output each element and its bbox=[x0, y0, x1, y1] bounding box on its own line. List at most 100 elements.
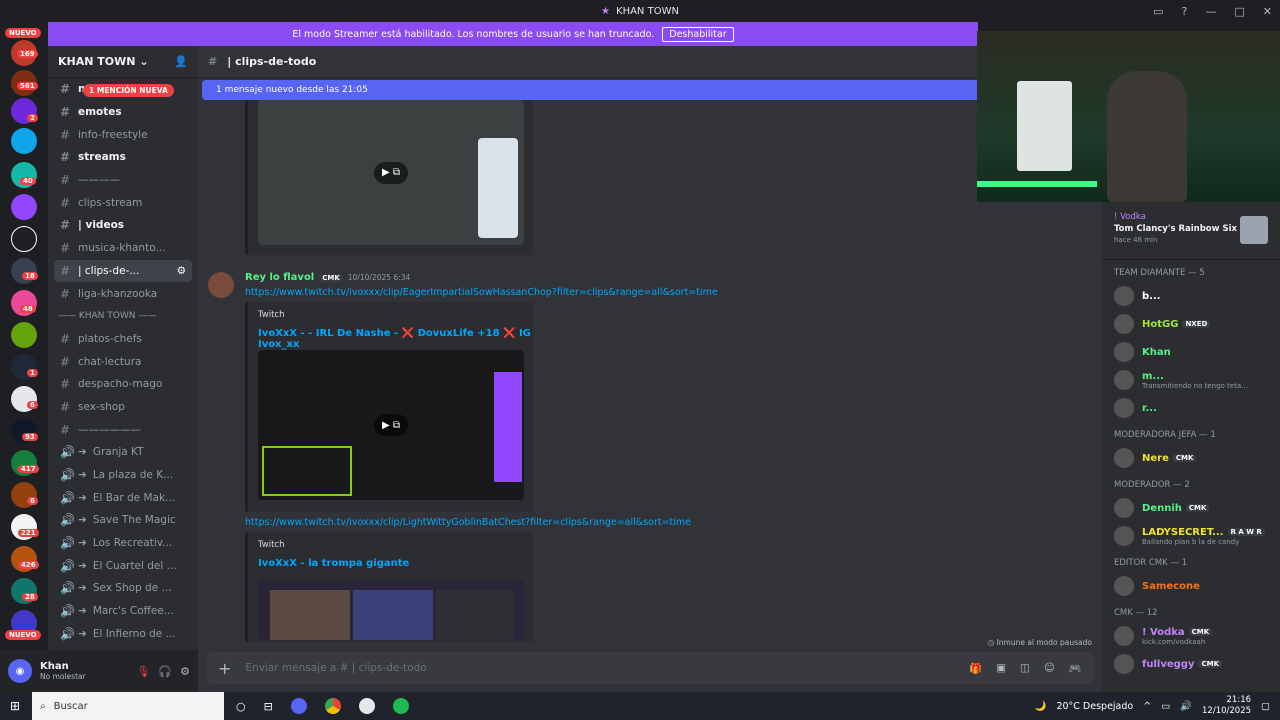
server-icon[interactable] bbox=[11, 258, 37, 284]
avatar[interactable] bbox=[208, 272, 234, 298]
server-header[interactable]: KHAN TOWN ⌄ 👤 bbox=[48, 46, 198, 78]
channel-item[interactable]: # emotes bbox=[48, 101, 198, 124]
minimize-button[interactable]: — bbox=[1205, 5, 1216, 18]
weather-text[interactable]: 20°C Despejado bbox=[1056, 701, 1133, 712]
sticker-icon[interactable]: ◫ bbox=[1020, 662, 1030, 675]
channel-item[interactable]: 🔊 ➜ La plaza de K... bbox=[48, 464, 198, 487]
channel-item[interactable]: 🔊 ➜ El Bar de Mak... bbox=[48, 486, 198, 509]
member-item[interactable]: fullveggy CMK bbox=[1102, 650, 1280, 678]
member-item[interactable]: Khan bbox=[1102, 338, 1280, 366]
channel-item[interactable]: # chat-lectura bbox=[48, 350, 198, 373]
gif-icon[interactable]: ▣ bbox=[996, 662, 1006, 675]
channel-item[interactable]: # sex-shop bbox=[48, 396, 198, 419]
maximize-button[interactable]: □ bbox=[1234, 5, 1244, 18]
taskbar-search[interactable]: ⌕ Buscar bbox=[32, 692, 224, 720]
tray-arrow-icon[interactable]: ^ bbox=[1143, 701, 1151, 712]
play-icon[interactable]: ▶ ⧉ bbox=[374, 414, 408, 436]
channel-item[interactable]: # | videos bbox=[48, 214, 198, 237]
plus-icon[interactable]: + bbox=[218, 659, 231, 678]
apps-icon[interactable]: 🎮 bbox=[1069, 662, 1082, 675]
member-activity: kick.com/vodkaah bbox=[1142, 637, 1206, 646]
network-icon[interactable]: ▭ bbox=[1161, 701, 1170, 712]
channel-item[interactable]: # liga-khanzooka bbox=[48, 282, 198, 305]
channel-item[interactable]: 🔊 ➜ Marc's Coffee... bbox=[48, 600, 198, 623]
gear-icon[interactable]: ⚙ bbox=[177, 265, 186, 277]
server-icon[interactable] bbox=[11, 226, 37, 252]
server-icon[interactable] bbox=[11, 322, 37, 348]
video-thumbnail[interactable] bbox=[258, 580, 524, 640]
channel-item[interactable]: # —————— bbox=[48, 418, 198, 441]
settings-gear-icon[interactable]: ⚙ bbox=[180, 665, 190, 678]
member-item[interactable]: r... bbox=[1102, 394, 1280, 422]
category-header[interactable]: —— KHAN TOWN —— bbox=[48, 305, 198, 328]
obs-icon[interactable] bbox=[358, 698, 375, 714]
role-tag: CMK bbox=[1185, 504, 1210, 512]
activity-card[interactable]: ! Vodka Tom Clancy's Rainbow Six ... hac… bbox=[1102, 202, 1280, 260]
mute-icon[interactable]: 🎙 bbox=[136, 665, 150, 678]
channel-item[interactable]: # ———— bbox=[48, 169, 198, 192]
message-link[interactable]: https://www.twitch.tv/ivoxxx/clip/LightW… bbox=[245, 517, 691, 528]
windows-start-icon[interactable]: ⊞ bbox=[10, 699, 20, 713]
channel-item[interactable]: # info-freestyle bbox=[48, 123, 198, 146]
hash-icon: # bbox=[60, 399, 71, 414]
member-item[interactable]: HotGG NXED bbox=[1102, 310, 1280, 338]
play-icon[interactable]: ▶ ⧉ bbox=[374, 161, 408, 184]
member-item[interactable]: m... Transmitiendo no tengo teta... bbox=[1102, 366, 1280, 394]
volume-icon[interactable]: 🔊 bbox=[1180, 701, 1192, 712]
mention-badge[interactable]: 1 MENCIÓN NUEVA bbox=[83, 84, 174, 97]
new-badge: NUEVO bbox=[5, 630, 41, 640]
embed-title[interactable]: IvoXxX - - IRL De Nashe - ❌ DovuxLife +1… bbox=[258, 328, 533, 350]
channel-name: sex-shop bbox=[78, 400, 125, 413]
member-item[interactable]: LADYSECRET... R A W R Bailando plan b la d… bbox=[1102, 522, 1280, 550]
inbox-icon[interactable]: ▭ bbox=[1153, 5, 1163, 18]
channel-item[interactable]: 🔊 ➜ El Infierno de ... bbox=[48, 623, 198, 646]
notification-icon[interactable]: ▢ bbox=[1261, 701, 1270, 712]
spotify-icon[interactable] bbox=[392, 698, 409, 714]
message-link[interactable]: https://www.twitch.tv/ivoxxx/clip/EagerI… bbox=[245, 287, 718, 298]
message-author[interactable]: Rey lo flavol bbox=[245, 272, 314, 283]
disable-streamer-button[interactable]: Deshabilitar bbox=[662, 26, 734, 42]
member-item[interactable]: ! Vodka CMK kick.com/vodkaah bbox=[1102, 622, 1280, 650]
system-clock[interactable]: 21:16 12/10/2025 bbox=[1202, 695, 1251, 717]
embed-title[interactable]: IvoXxX - la trompa gigante bbox=[258, 558, 533, 569]
channel-item[interactable]: # platos-chefs bbox=[48, 328, 198, 351]
twitch-server-icon[interactable] bbox=[11, 194, 37, 220]
member-item[interactable]: Samecone bbox=[1102, 572, 1280, 600]
channel-name: despacho-mago bbox=[78, 378, 163, 391]
member-activity: Transmitiendo no tengo teta... bbox=[1142, 381, 1248, 390]
discord-icon[interactable] bbox=[290, 698, 307, 714]
channel-item[interactable]: 🔊 ➜ Granja KT bbox=[48, 441, 198, 464]
channel-item[interactable]: 🔊 ➜ El Cuartel del ... bbox=[48, 554, 198, 577]
gift-icon[interactable]: 🎁 bbox=[969, 662, 982, 675]
deafen-icon[interactable]: 🎧 bbox=[158, 665, 172, 678]
channel-item[interactable]: # | clips-de-... ⚙ bbox=[54, 259, 192, 283]
close-button[interactable]: ✕ bbox=[1263, 5, 1272, 18]
channel-item[interactable]: 🔊 ➜ Sex Shop de ... bbox=[48, 577, 198, 600]
add-member-icon[interactable]: 👤 bbox=[174, 55, 188, 68]
channel-item[interactable]: # clips-stream bbox=[48, 191, 198, 214]
file-explorer-icon[interactable]: ⊟ bbox=[264, 700, 273, 713]
speaker-icon: 🔊 bbox=[60, 536, 75, 551]
emoji-icon[interactable]: ☺ bbox=[1044, 662, 1055, 675]
channel-item[interactable]: # despacho-mago bbox=[48, 373, 198, 396]
channel-item[interactable]: # streams bbox=[48, 146, 198, 169]
chat-area: # | clips-de-todo 1 mensaje nuevo desde … bbox=[198, 46, 1102, 692]
server-icon[interactable] bbox=[11, 128, 37, 154]
task-view-icon[interactable]: ○ bbox=[236, 700, 246, 713]
member-item[interactable]: Nere CMK bbox=[1102, 444, 1280, 472]
message-input[interactable]: + Enviar mensaje a # | clips-de-todo 🎁 ▣… bbox=[206, 652, 1094, 684]
window-title: KHAN TOWN bbox=[616, 5, 679, 17]
hash-icon: # bbox=[60, 377, 71, 392]
channel-item[interactable]: 🔊 ➜ Los Recreativ... bbox=[48, 532, 198, 555]
member-item[interactable]: Dennih CMK bbox=[1102, 494, 1280, 522]
chrome-icon[interactable] bbox=[324, 698, 341, 714]
video-thumbnail[interactable]: ▶ ⧉ bbox=[258, 100, 524, 245]
member-item[interactable]: b... bbox=[1102, 282, 1280, 310]
channel-name: El Bar de Mak... bbox=[92, 491, 176, 504]
video-thumbnail[interactable]: ▶ ⧉ bbox=[258, 350, 524, 500]
channel-item[interactable]: # musica-khanto... bbox=[48, 237, 198, 260]
help-icon[interactable]: ? bbox=[1182, 5, 1188, 18]
avatar[interactable]: ◉ bbox=[8, 659, 32, 683]
new-messages-bar[interactable]: 1 mensaje nuevo desde las 21:05 bbox=[202, 80, 978, 100]
channel-item[interactable]: 🔊 ➜ Save The Magic bbox=[48, 509, 198, 532]
